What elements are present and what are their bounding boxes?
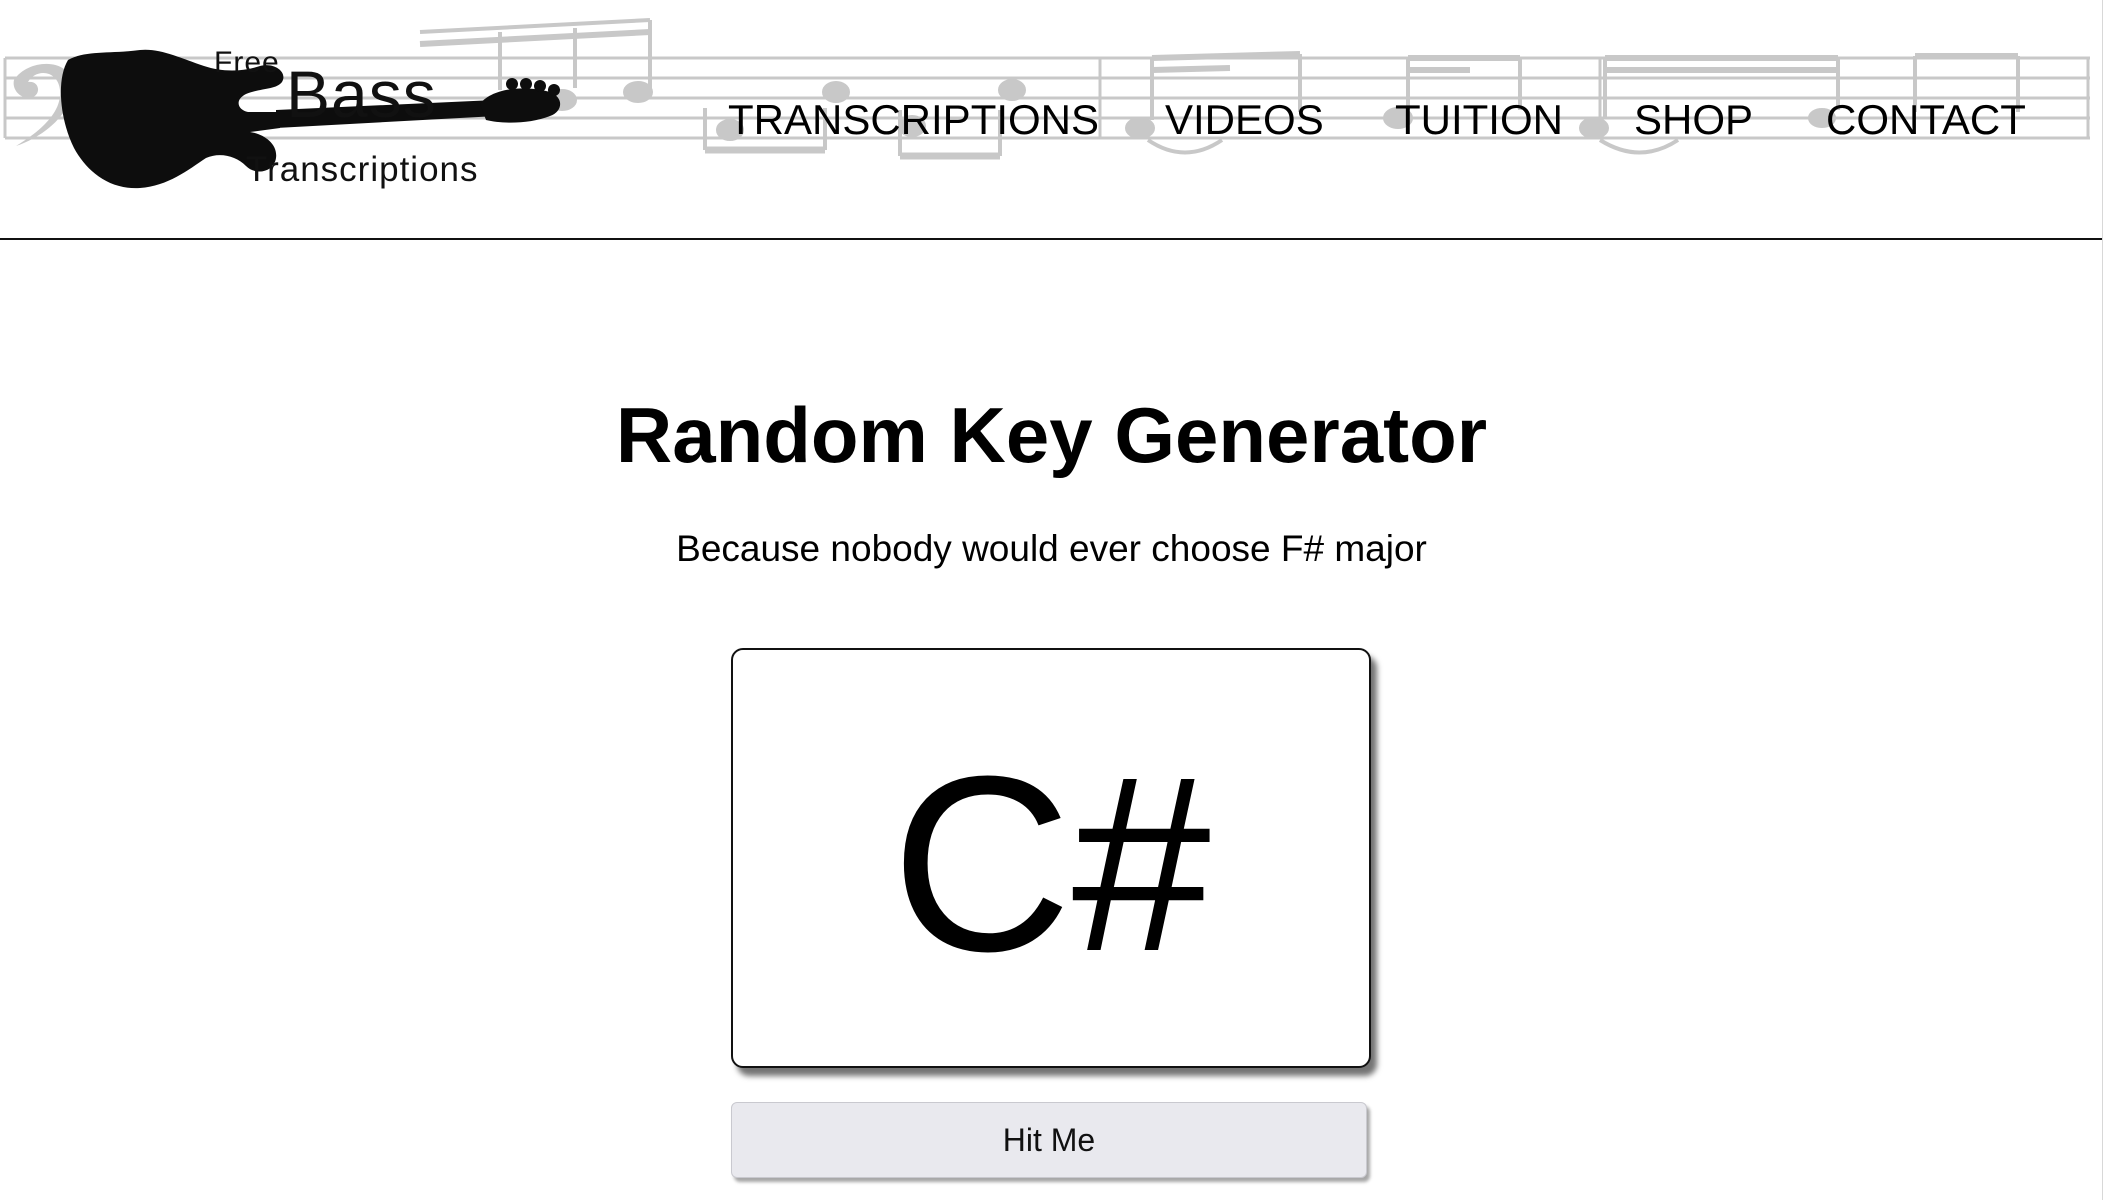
- hit-me-button[interactable]: Hit Me: [731, 1102, 1367, 1178]
- logo-free-text: Free: [214, 46, 280, 79]
- nav-tuition[interactable]: TUITION: [1395, 92, 1563, 148]
- nav-videos[interactable]: VIDEOS: [1165, 92, 1324, 148]
- nav-contact[interactable]: CONTACT: [1826, 92, 2026, 148]
- current-key: C#: [891, 724, 1211, 1003]
- logo-transcriptions-text: Transcriptions: [246, 150, 479, 189]
- key-display-card: C#: [731, 648, 1371, 1068]
- site-header: Free Bass Transcriptions TRANSCRIPTIONS …: [0, 0, 2103, 240]
- nav-transcriptions[interactable]: TRANSCRIPTIONS: [728, 92, 1099, 148]
- main-content: Random Key Generator Because nobody woul…: [0, 240, 2103, 1200]
- page: Free Bass Transcriptions TRANSCRIPTIONS …: [0, 0, 2108, 1200]
- nav-shop[interactable]: SHOP: [1634, 92, 1753, 148]
- page-title: Random Key Generator: [615, 391, 1488, 479]
- page-subtitle: Because nobody would ever choose F# majo…: [676, 528, 1427, 569]
- main-nav: TRANSCRIPTIONS VIDEOS TUITION SHOP CONTA…: [0, 92, 2103, 148]
- scrollbar[interactable]: [2102, 0, 2108, 1200]
